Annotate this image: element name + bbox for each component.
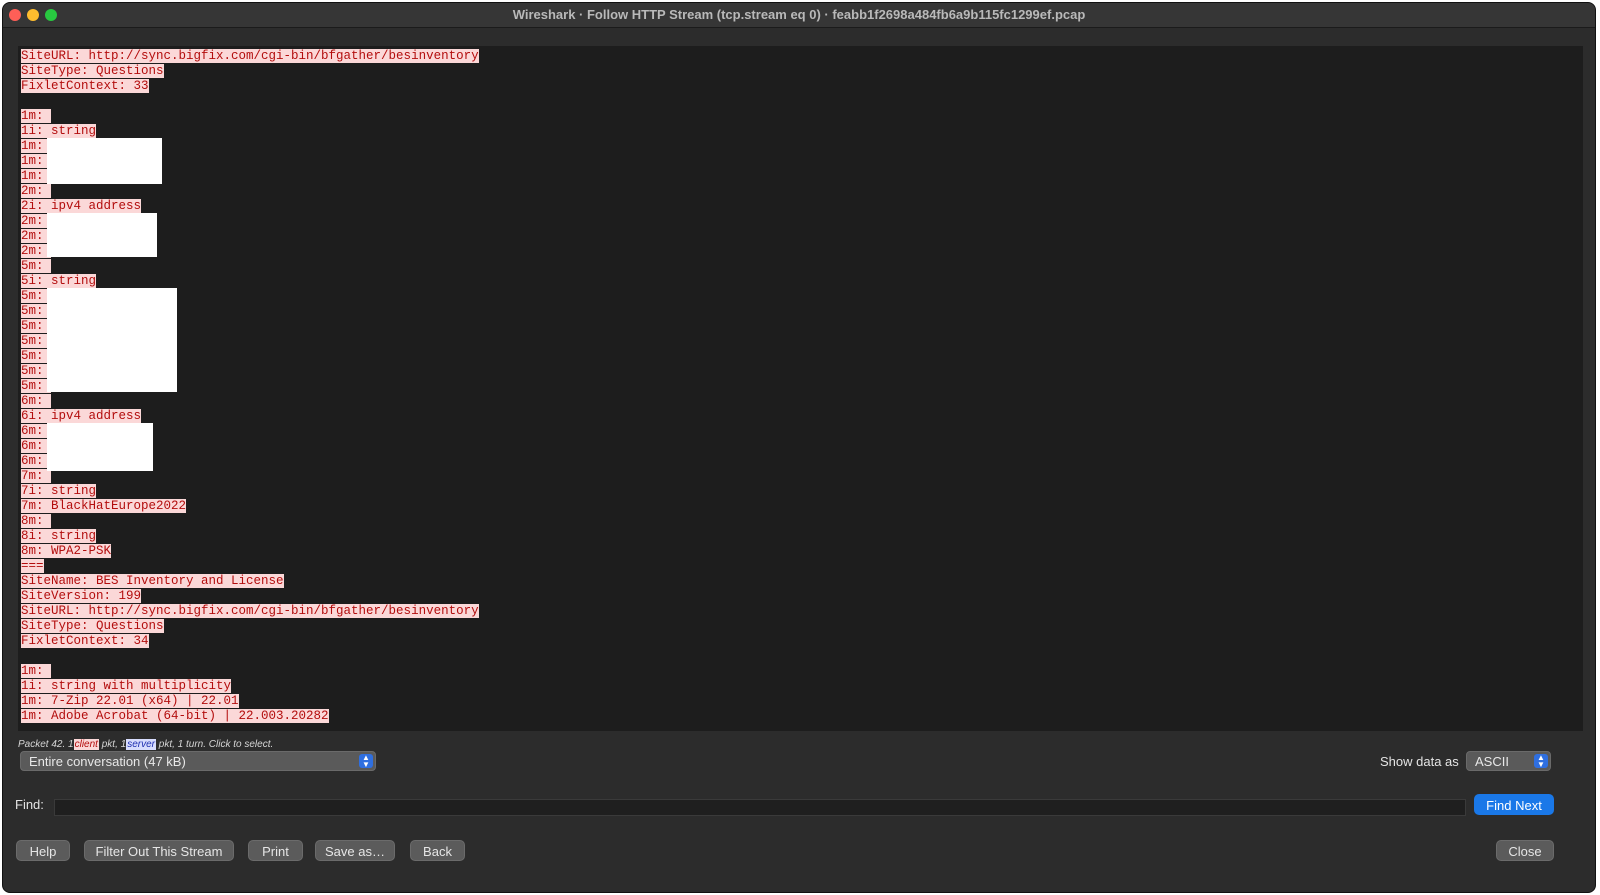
stream-line[interactable]: SiteVersion: 199 [21,589,479,604]
redaction-block [47,423,153,471]
chevron-updown-icon: ▲ ▼ [359,754,373,769]
stream-line[interactable]: 8m: WPA2-PSK [21,544,479,559]
conversation-select[interactable]: Entire conversation (47 kB) ▲ ▼ [20,751,376,771]
conversation-select-value: Entire conversation (47 kB) [29,754,186,769]
stream-line[interactable]: 1m: 7-Zip 22.01 (x64) | 22.01 [21,694,479,709]
stream-line[interactable]: 1i: string [21,124,479,139]
stream-line-text: FixletContext: 34 [21,634,149,648]
stream-line[interactable]: 2m: [21,184,479,199]
stream-line[interactable]: 1m: [21,109,479,124]
stream-line-text: SiteName: BES Inventory and License [21,574,284,588]
show-data-select[interactable]: ASCII ▲ ▼ [1466,751,1551,771]
stream-line-text: SiteType: Questions [21,64,164,78]
stream-line-text: 7i: string [21,484,97,498]
help-button[interactable]: Help [16,840,70,861]
filter-out-stream-button[interactable]: Filter Out This Stream [84,840,234,861]
stream-line-text: FixletContext: 33 [21,79,149,93]
stream-line[interactable]: 5i: string [21,274,479,289]
show-data-value: ASCII [1475,754,1509,769]
stream-line-text: 2m: [21,184,52,198]
window-title: Wireshark · Follow HTTP Stream (tcp.stre… [512,7,1086,22]
stream-line-text: SiteVersion: 199 [21,589,142,603]
redaction-block [47,213,157,257]
stream-line[interactable]: 6i: ipv4 address [21,409,479,424]
stream-line-text: 7m: BlackHatEurope2022 [21,499,187,513]
find-input[interactable] [54,799,1466,816]
stream-line-text: 5i: string [21,274,97,288]
packet-info-prefix: Packet 42. 1 [18,739,74,750]
follow-stream-window: Wireshark · Follow HTTP Stream (tcp.stre… [2,2,1596,893]
stream-line-text: 1m: 7-Zip 22.01 (x64) | 22.01 [21,694,239,708]
stream-line[interactable] [21,94,479,109]
stream-line[interactable]: === [21,559,479,574]
stream-line-text: 1i: string [21,124,97,138]
redaction-block [47,288,177,392]
title-bar[interactable]: Wireshark · Follow HTTP Stream (tcp.stre… [3,3,1595,28]
stream-line[interactable]: FixletContext: 34 [21,634,479,649]
stream-line[interactable]: 8m: [21,514,479,529]
stream-line-text: SiteURL: http://sync.bigfix.com/cgi-bin/… [21,49,479,63]
stream-line-text: 2i: ipv4 address [21,199,142,213]
stream-line[interactable]: 7i: string [21,484,479,499]
stream-line[interactable]: 1m: [21,664,479,679]
stream-line-text: 6i: ipv4 address [21,409,142,423]
stream-line[interactable]: 1m: Adobe Acrobat (64-bit) | 22.003.2028… [21,709,479,724]
show-data-label: Show data as [1380,754,1459,769]
stream-line[interactable]: 8i: string [21,529,479,544]
stream-line[interactable] [21,649,479,664]
find-label: Find: [15,797,44,812]
stream-line[interactable]: SiteName: BES Inventory and License [21,574,479,589]
stream-line[interactable]: 2i: ipv4 address [21,199,479,214]
redaction-block [47,138,162,184]
packet-info[interactable]: Packet 42. 1client pkt, 1server pkt, 1 t… [18,739,273,750]
stream-line-text: 1m: Adobe Acrobat (64-bit) | 22.003.2028… [21,709,329,723]
stream-line-text: 7m: [21,469,52,483]
stream-line-text: 1m: [21,109,52,123]
close-button[interactable]: Close [1496,840,1554,861]
save-as-button[interactable]: Save as… [315,840,395,861]
server-tag: server [126,739,156,750]
stream-line-text: SiteURL: http://sync.bigfix.com/cgi-bin/… [21,604,479,618]
stream-line-text: 1i: string with multiplicity [21,679,232,693]
stream-line[interactable]: 5m: [21,259,479,274]
stream-line[interactable]: SiteType: Questions [21,64,479,79]
stream-line[interactable]: FixletContext: 33 [21,79,479,94]
stream-line-text: 8i: string [21,529,97,543]
find-next-button[interactable]: Find Next [1474,794,1554,815]
stream-line-text: 1m: [21,664,52,678]
stream-line[interactable]: 7m: BlackHatEurope2022 [21,499,479,514]
stream-line-text: 8m: WPA2-PSK [21,544,112,558]
client-tag: client [73,739,99,750]
stream-content-pane[interactable]: SiteURL: http://sync.bigfix.com/cgi-bin/… [18,46,1583,731]
stream-line[interactable]: 1i: string with multiplicity [21,679,479,694]
stream-line-text: === [21,559,44,573]
back-button[interactable]: Back [410,840,465,861]
print-button[interactable]: Print [248,840,303,861]
stream-line-text: 5m: [21,259,52,273]
stream-line[interactable]: SiteURL: http://sync.bigfix.com/cgi-bin/… [21,49,479,64]
packet-info-middle: pkt, 1 [98,739,127,750]
stream-line[interactable]: 7m: [21,469,479,484]
chevron-updown-icon: ▲ ▼ [1534,754,1548,769]
stream-line-text: 6m: [21,394,52,408]
stream-line-text: SiteType: Questions [21,619,164,633]
stream-line-text: 8m: [21,514,52,528]
stream-line[interactable]: SiteURL: http://sync.bigfix.com/cgi-bin/… [21,604,479,619]
stream-line[interactable]: SiteType: Questions [21,619,479,634]
packet-info-suffix: pkt, 1 turn. Click to select. [156,739,274,750]
stream-line[interactable]: 6m: [21,394,479,409]
